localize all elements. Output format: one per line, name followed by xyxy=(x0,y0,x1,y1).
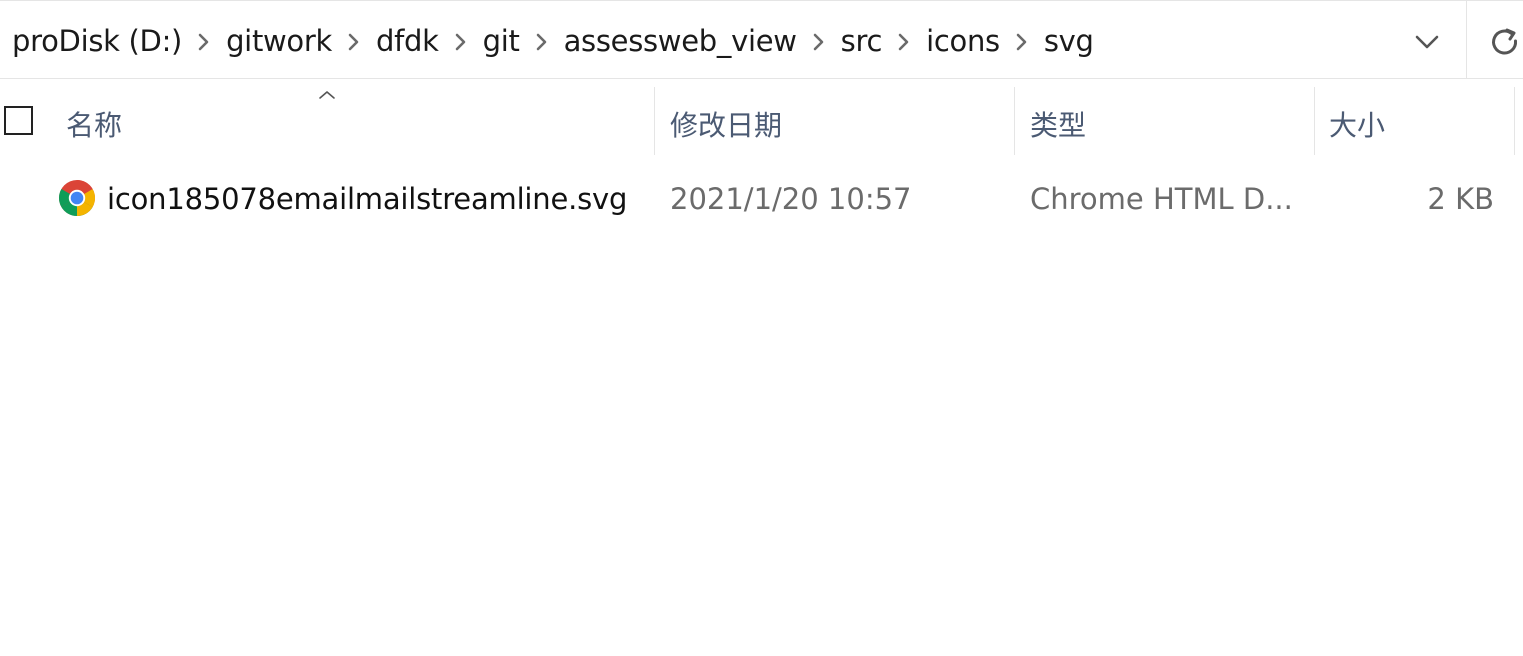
refresh-icon xyxy=(1492,28,1518,55)
column-header-modified[interactable]: 修改日期 xyxy=(655,87,1015,157)
column-header-size[interactable]: 大小 xyxy=(1315,87,1515,157)
breadcrumb-item-assessweb-view[interactable]: assessweb_view xyxy=(564,21,797,61)
file-modified-date: 2021/1/20 10:57 xyxy=(670,182,912,216)
breadcrumb-item-drive[interactable]: proDisk (D:) xyxy=(12,21,182,61)
column-divider[interactable] xyxy=(1514,87,1515,155)
breadcrumb-item-dfdk[interactable]: dfdk xyxy=(376,21,439,61)
file-row[interactable]: icon185078emailmailstreamline.svg 2021/1… xyxy=(0,160,1523,240)
breadcrumb-item-git[interactable]: git xyxy=(483,21,520,61)
chevron-right-icon[interactable] xyxy=(1000,21,1044,61)
select-all-checkbox[interactable] xyxy=(4,106,33,135)
chevron-right-icon[interactable] xyxy=(332,21,376,61)
breadcrumb-item-src[interactable]: src xyxy=(841,21,883,61)
file-type: Chrome HTML D... xyxy=(1030,182,1293,216)
breadcrumb-item-icons[interactable]: icons xyxy=(926,21,1000,61)
chevron-down-icon xyxy=(1415,35,1439,49)
chevron-right-icon[interactable] xyxy=(797,21,841,61)
chevron-right-icon[interactable] xyxy=(439,21,483,61)
file-name[interactable]: icon185078emailmailstreamline.svg xyxy=(107,180,627,218)
file-size: 2 KB xyxy=(1427,182,1494,216)
chevron-right-icon[interactable] xyxy=(182,21,226,61)
column-header-size-label: 大小 xyxy=(1329,109,1386,142)
column-header-type[interactable]: 类型 xyxy=(1015,87,1315,157)
column-header-name-label: 名称 xyxy=(66,109,123,142)
chrome-icon xyxy=(58,180,96,217)
address-history-button[interactable] xyxy=(1410,27,1444,57)
column-header-modified-label: 修改日期 xyxy=(670,109,783,142)
chevron-right-icon[interactable] xyxy=(882,21,926,61)
sort-ascending-icon xyxy=(319,91,335,99)
breadcrumb-item-svg[interactable]: svg xyxy=(1044,21,1094,61)
column-header-type-label: 类型 xyxy=(1030,109,1087,142)
refresh-button[interactable] xyxy=(1466,0,1523,79)
column-header-row: 名称 修改日期 类型 大小 xyxy=(0,79,1523,157)
column-header-name[interactable]: 名称 xyxy=(50,87,655,157)
chevron-right-icon[interactable] xyxy=(520,21,564,61)
address-bar[interactable]: proDisk (D:) gitwork dfdk git assessweb_… xyxy=(0,0,1466,79)
breadcrumb: proDisk (D:) gitwork dfdk git assessweb_… xyxy=(12,21,1094,61)
breadcrumb-item-gitwork[interactable]: gitwork xyxy=(226,21,332,61)
